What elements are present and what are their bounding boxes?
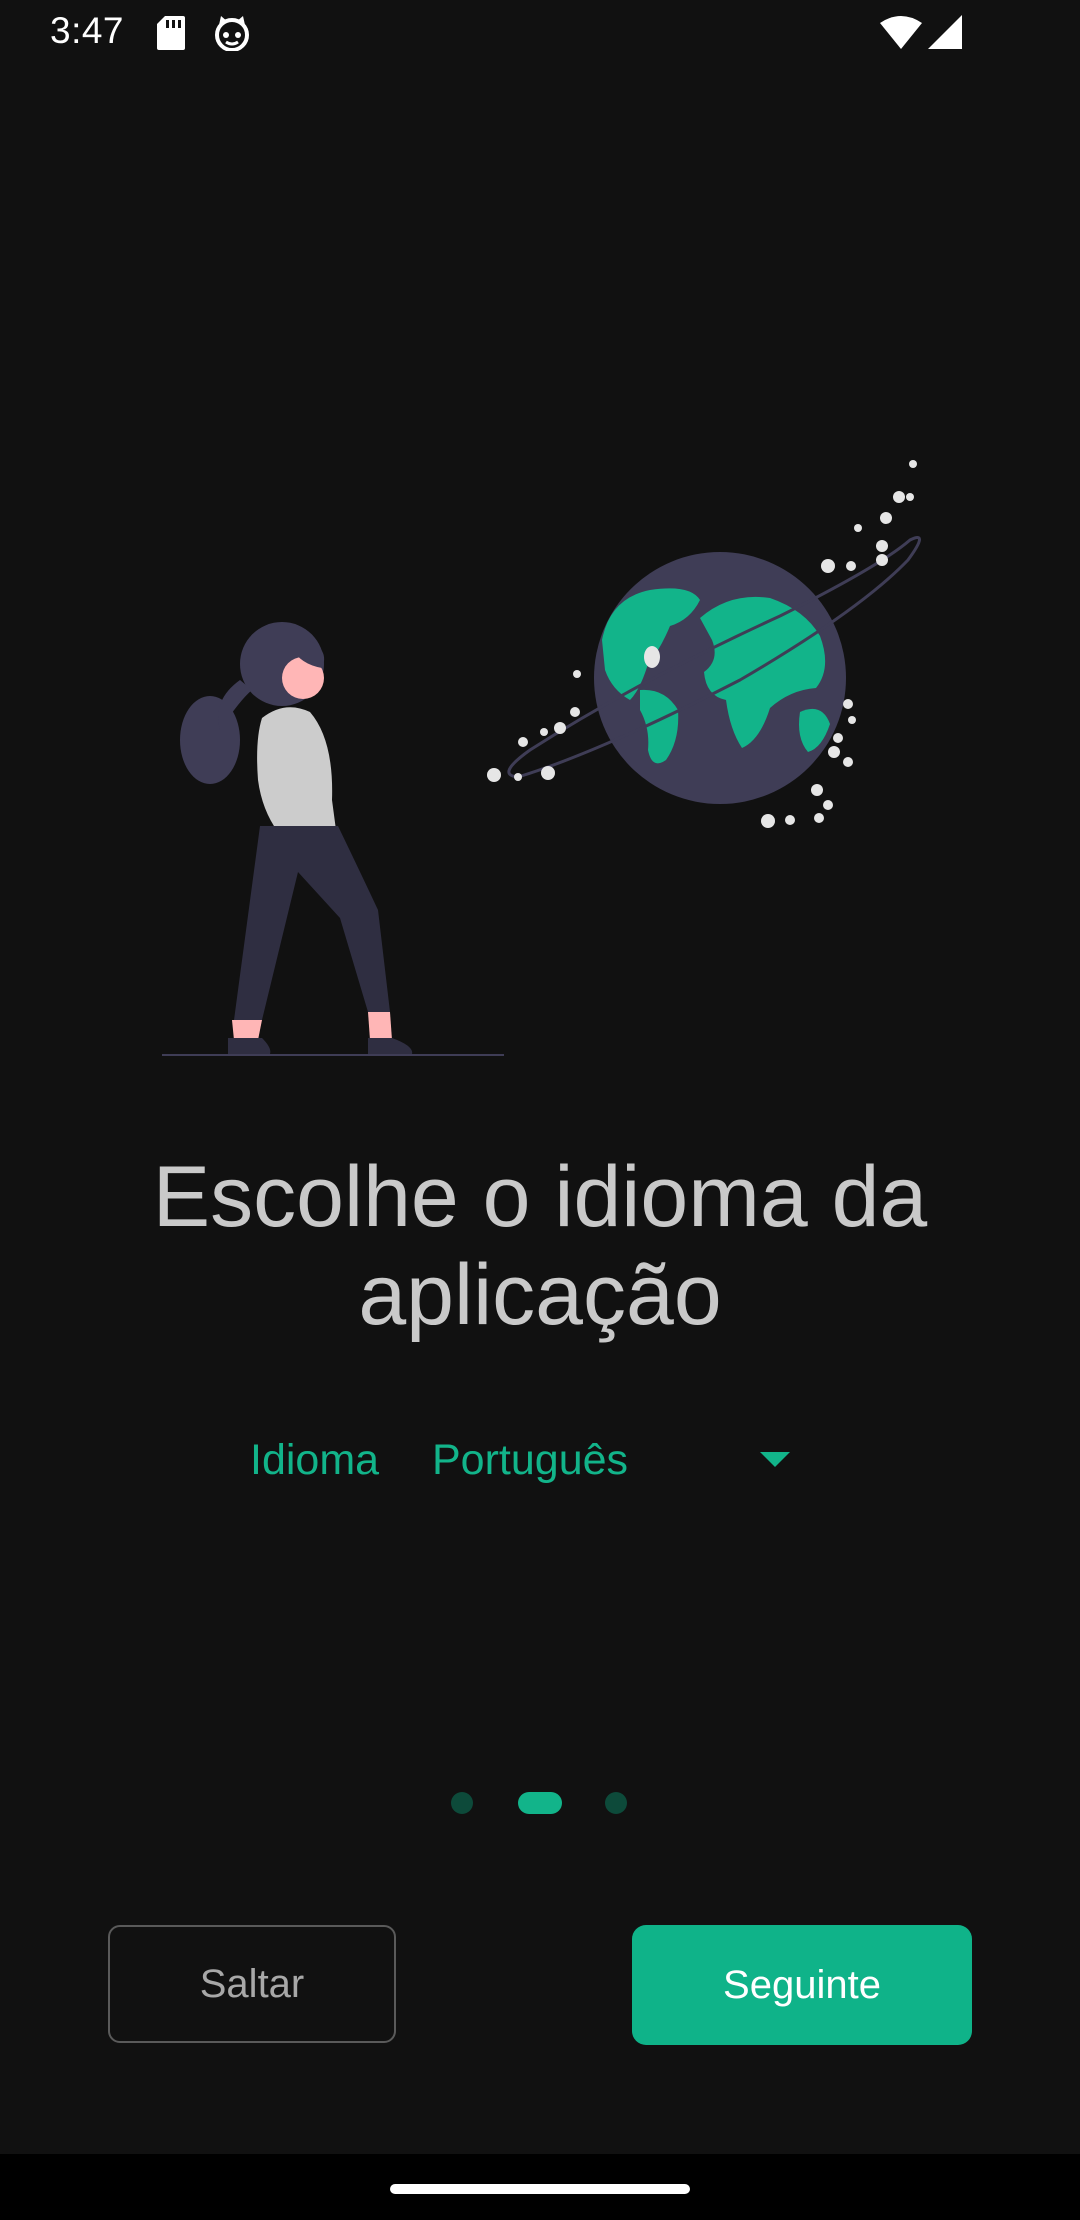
language-label: Idioma [250, 1436, 380, 1484]
page-dot-2-active [518, 1792, 562, 1814]
woman-figure [162, 622, 504, 1056]
signal-icon [928, 15, 962, 49]
language-dropdown[interactable]: Português [432, 1432, 790, 1496]
status-bar: 3:47 [0, 0, 1080, 66]
language-value: Português [432, 1436, 629, 1484]
onboarding-title: Escolhe o idioma da aplicação [90, 1148, 990, 1344]
title-line-1: Escolhe o idioma da [152, 1149, 928, 1245]
status-time: 3:47 [50, 10, 125, 51]
wifi-icon [880, 16, 922, 49]
onboarding-illustration [162, 460, 921, 1056]
navigation-bar [0, 2154, 1080, 2220]
sd-card-icon [157, 16, 185, 50]
dropdown-arrow-icon [760, 1452, 790, 1467]
cat-face-icon [215, 16, 249, 51]
language-row: Idioma Português [250, 1432, 790, 1496]
page-dot-1 [451, 1792, 473, 1814]
skip-button[interactable]: Saltar [108, 1925, 396, 2043]
page-dot-3 [605, 1792, 627, 1814]
globe [507, 536, 921, 804]
title-line-2: aplicação [358, 1247, 722, 1343]
home-handle[interactable] [390, 2184, 690, 2194]
next-button[interactable]: Seguinte [632, 1925, 972, 2045]
